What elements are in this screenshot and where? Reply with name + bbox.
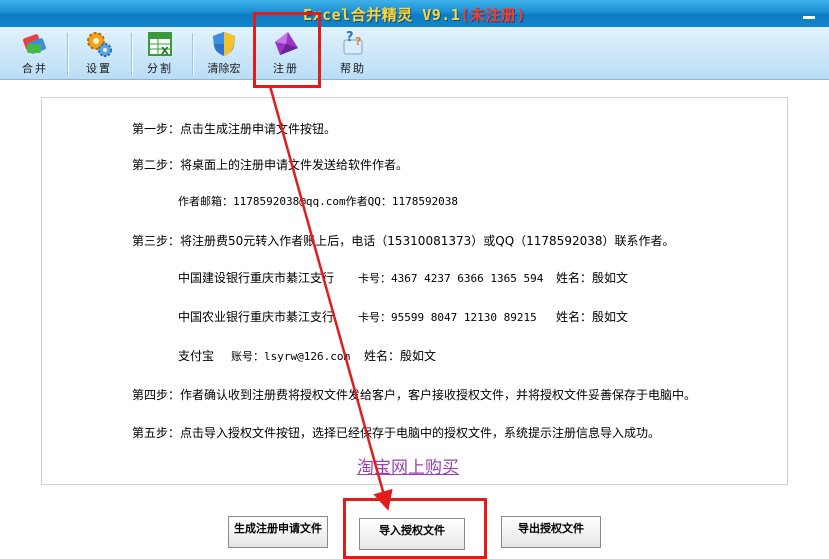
author-contact-text: 作者邮箱：1178592038@qq.com作者QQ：1178592038	[178, 195, 459, 208]
minimize-button[interactable]	[801, 6, 817, 20]
toolbar-separator	[192, 33, 194, 75]
title-bar[interactable]: Excel合并精灵 V9.1(未注册)	[0, 0, 829, 27]
toolbar-separator	[67, 33, 69, 75]
step1-text: 第一步：点击生成注册申请文件按钮。	[132, 122, 337, 136]
toolbar-clear-macro-label: 清除宏	[207, 62, 241, 75]
bank2-owner: 姓名：殷如文	[556, 310, 629, 324]
import-highlight-box	[343, 498, 487, 559]
minimize-icon	[803, 16, 815, 19]
bank2-card: 卡号：95599 8047 12130 89215	[358, 311, 537, 324]
toolbar-help-label: 帮助	[340, 62, 366, 75]
settings-gears-icon	[87, 32, 112, 57]
bank1-card: 卡号：4367 4237 6366 1365 594	[358, 272, 544, 285]
svg-text:X: X	[161, 46, 169, 57]
step4-text: 第四步：作者确认收到注册费将授权文件发给客户，客户接收授权文件，并将授权文件妥善…	[132, 388, 697, 402]
svg-text:?: ?	[355, 35, 361, 48]
toolbar-merge-button[interactable]: 合并	[8, 29, 62, 77]
bank2-name: 中国农业银行重庆市綦江支行	[178, 310, 335, 324]
alipay-account: 账号：lsyrw@126.com	[231, 350, 351, 363]
alipay-name: 支付宝	[178, 349, 215, 363]
window-title: Excel合并精灵 V9.1(未注册)	[0, 4, 829, 25]
app-window: Excel合并精灵 V9.1(未注册) 合并 设置 X 分割 清除宏 注册 ? …	[0, 0, 829, 559]
toolbar-split-button[interactable]: X 分割	[133, 29, 187, 77]
step3-text: 第三步：将注册费50元转入作者账上后，电话（15310081373）或QQ（11…	[132, 234, 675, 248]
toolbar-split-label: 分割	[147, 62, 173, 75]
svg-text:?: ?	[346, 30, 354, 45]
merge-icon	[22, 34, 47, 54]
toolbar-settings-label: 设置	[86, 62, 112, 75]
main-content: 第一步：点击生成注册申请文件按钮。 第二步：将桌面上的注册申请文件发送给软件作者…	[0, 80, 829, 559]
shield-icon	[213, 32, 235, 56]
window-title-main: Excel合并精灵 V9.1	[303, 6, 461, 24]
bank1-name: 中国建设银行重庆市綦江支行	[178, 271, 335, 285]
help-icon: ? ?	[343, 30, 363, 55]
toolbar-merge-label: 合并	[22, 62, 48, 75]
taobao-purchase-link[interactable]: 淘宝网上购买	[357, 453, 459, 478]
export-license-file-button[interactable]: 导出授权文件	[501, 516, 601, 548]
window-title-suffix: (未注册)	[460, 6, 526, 24]
step2-text: 第二步：将桌面上的注册申请文件发送给软件作者。	[132, 158, 409, 172]
toolbar-settings-button[interactable]: 设置	[72, 29, 126, 77]
generate-request-file-button[interactable]: 生成注册申请文件	[228, 516, 328, 548]
register-highlight-box	[253, 12, 321, 88]
split-sheet-icon: X	[148, 32, 172, 57]
toolbar: 合并 设置 X 分割 清除宏 注册 ? ? 帮助	[0, 27, 829, 80]
toolbar-help-button[interactable]: ? ? 帮助	[326, 29, 380, 77]
step5-text: 第五步：点击导入授权文件按钮，选择已经保存于电脑中的授权文件，系统提示注册信息导…	[132, 426, 661, 440]
bank1-owner: 姓名：殷如文	[556, 271, 629, 285]
alipay-owner: 姓名：殷如文	[364, 349, 437, 363]
toolbar-clear-macro-button[interactable]: 清除宏	[197, 29, 251, 77]
